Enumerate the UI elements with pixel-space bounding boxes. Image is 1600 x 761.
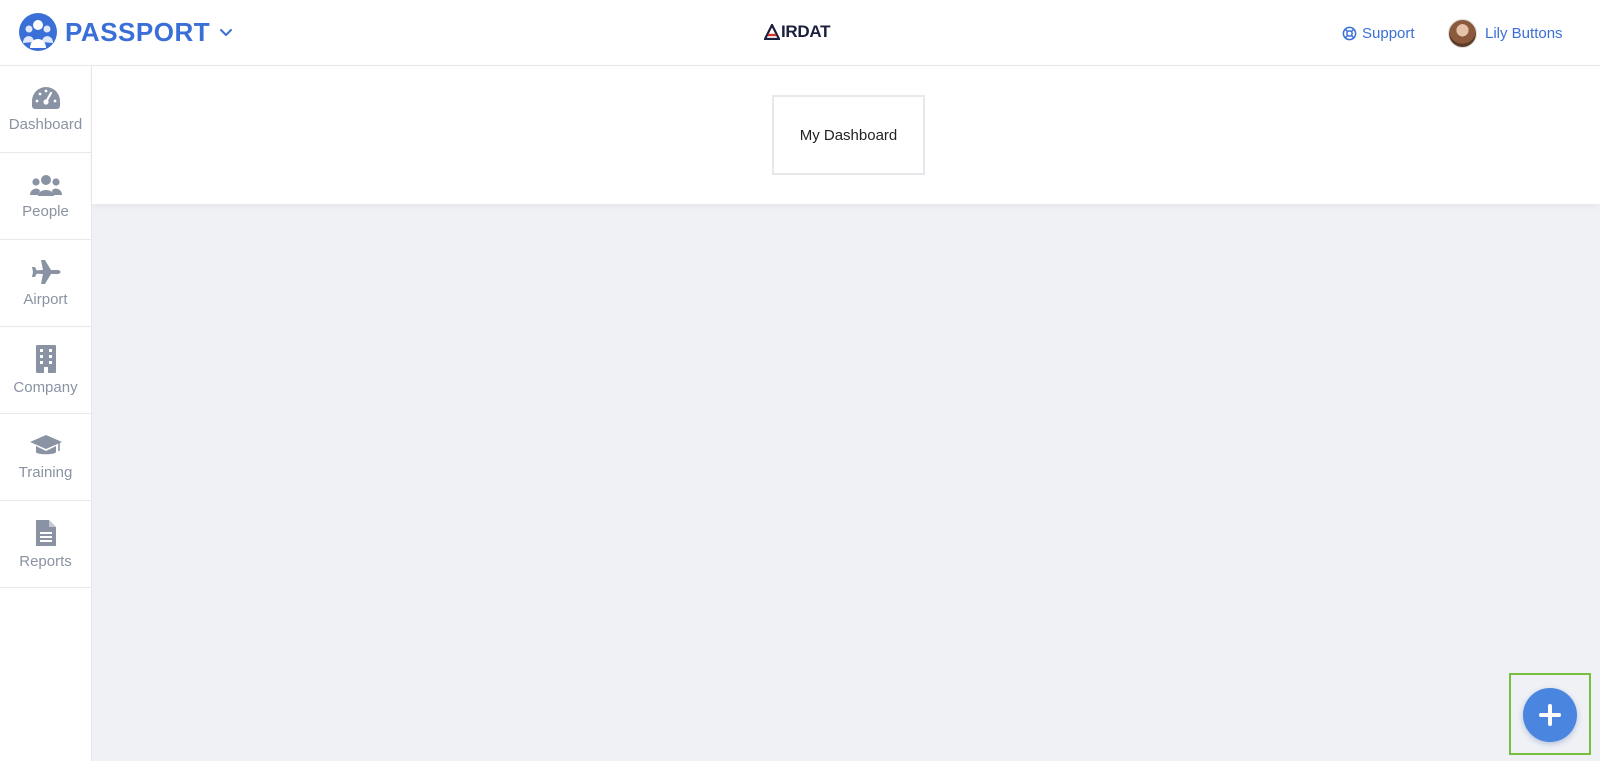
graduation-cap-icon [29, 434, 62, 454]
app-switcher[interactable]: PASSPORT [18, 12, 234, 52]
airdat-logo-text: IRDAT [781, 22, 831, 41]
avatar [1448, 18, 1477, 48]
sidebar-item-airport[interactable]: Airport [0, 240, 91, 327]
lifebuoy-icon [1342, 26, 1357, 40]
sidebar-item-label: People [22, 202, 69, 220]
support-link[interactable]: Support [1342, 22, 1415, 44]
top-navigation-bar: PASSPORT IRDAT Support Lily Buttons [0, 0, 1600, 66]
passport-logo-icon [19, 13, 57, 51]
airdat-logo: IRDAT [764, 22, 830, 42]
plane-icon [31, 259, 60, 284]
support-label: Support [1362, 24, 1415, 42]
app-name: PASSPORT [65, 16, 211, 47]
sidebar-item-label: Company [13, 378, 78, 396]
users-icon [29, 174, 62, 196]
sidebar-item-label: Training [18, 463, 73, 481]
building-icon [35, 344, 56, 373]
sidebar-item-label: Airport [23, 290, 68, 308]
sidebar-item-company[interactable]: Company [0, 327, 91, 414]
sidebar-item-reports[interactable]: Reports [0, 501, 91, 588]
tab-my-dashboard[interactable]: My Dashboard [772, 95, 925, 175]
sidebar: Dashboard People Airport Company Trainin… [0, 66, 92, 761]
chevron-down-icon [220, 29, 233, 36]
document-icon [35, 519, 56, 546]
user-menu[interactable]: Lily Buttons [1448, 18, 1563, 48]
sidebar-item-label: Dashboard [8, 115, 83, 133]
dashboard-header: My Dashboard [92, 66, 1600, 204]
add-button[interactable] [1523, 688, 1577, 742]
sidebar-item-dashboard[interactable]: Dashboard [0, 66, 91, 153]
airdat-logo-mark-icon [764, 24, 780, 40]
user-name: Lily Buttons [1485, 24, 1563, 42]
sidebar-item-label: Reports [19, 552, 72, 570]
gauge-icon [31, 86, 60, 109]
sidebar-item-people[interactable]: People [0, 153, 91, 240]
main-content: My Dashboard [92, 66, 1600, 761]
plus-icon [1539, 704, 1561, 726]
sidebar-item-training[interactable]: Training [0, 414, 91, 501]
